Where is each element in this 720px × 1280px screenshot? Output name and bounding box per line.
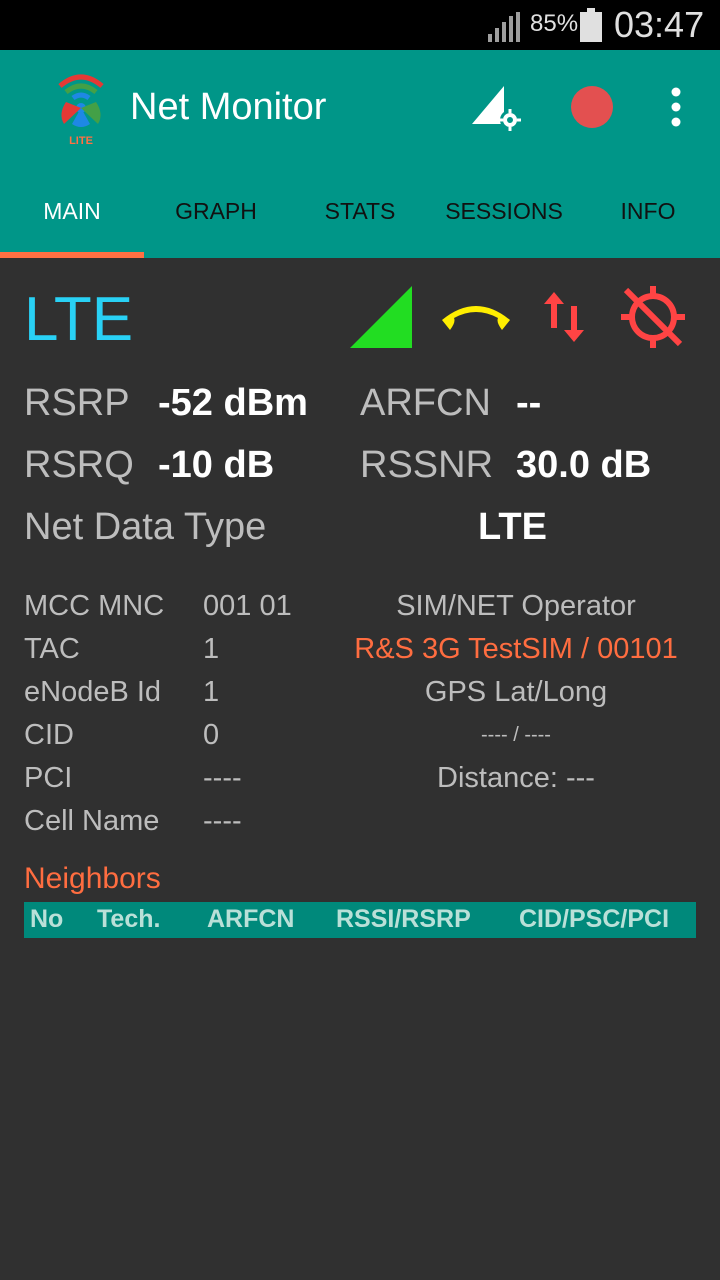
tab-graph[interactable]: GRAPH xyxy=(144,180,288,258)
neighbors-table-header: No Tech. ARFCN RSSI/RSRP CID/PSC/PCI xyxy=(24,902,696,938)
operator-value: R&S 3G TestSIM / 00101 xyxy=(354,633,678,665)
clock: 03:47 xyxy=(614,4,705,45)
app-bar: LITE Net Monitor MAIN GRAPH STATS SESSIO… xyxy=(0,50,720,258)
cell-name-label: Cell Name xyxy=(24,805,160,837)
cid-value: 0 xyxy=(203,719,220,751)
rsrq-value: -10 dB xyxy=(158,444,275,486)
battery-percent: 85% xyxy=(530,10,579,37)
mcc-mnc-label: MCC MNC xyxy=(24,590,165,622)
gps-label: GPS Lat/Long xyxy=(424,676,608,708)
tab-sessions[interactable]: SESSIONS xyxy=(432,180,576,258)
distance-value: Distance: --- xyxy=(437,762,595,794)
enodeb-label: eNodeB Id xyxy=(24,676,162,708)
column-cid-psc-pci: CID/PSC/PCI xyxy=(519,905,670,933)
rsrp-value: -52 dBm xyxy=(158,382,308,424)
logo-badge: LITE xyxy=(69,135,93,147)
app-title: Net Monitor xyxy=(130,86,327,128)
battery-icon xyxy=(580,8,602,42)
network-tech: LTE xyxy=(24,285,134,354)
operator-label: SIM/NET Operator xyxy=(396,590,636,622)
network-settings-icon[interactable] xyxy=(470,82,522,132)
tab-main[interactable]: MAIN xyxy=(0,180,144,258)
net-data-type-value: LTE xyxy=(478,506,547,548)
pci-value: ---- xyxy=(203,762,242,794)
net-data-type-label: Net Data Type xyxy=(24,506,267,548)
cid-label: CID xyxy=(24,719,74,751)
column-arfcn: ARFCN xyxy=(207,905,295,933)
column-no: No xyxy=(30,905,64,933)
tab-indicator xyxy=(0,252,144,258)
rssnr-label: RSSNR xyxy=(360,444,494,486)
signal-strength-icon xyxy=(488,12,520,42)
tab-stats[interactable]: STATS xyxy=(288,180,432,258)
arfcn-label: ARFCN xyxy=(360,382,491,424)
tac-label: TAC xyxy=(24,633,80,665)
column-tech: Tech. xyxy=(97,905,161,933)
tab-bar: MAIN GRAPH STATS SESSIONS INFO xyxy=(0,180,720,258)
pci-label: PCI xyxy=(24,762,73,794)
arfcn-value: -- xyxy=(516,382,542,424)
rsrp-label: RSRP xyxy=(24,382,130,424)
gps-value: ---- / ---- xyxy=(481,724,551,746)
status-bar: 85% 03:47 xyxy=(0,0,720,50)
data-activity-icon xyxy=(544,292,584,342)
app-logo-icon: LITE xyxy=(58,74,104,147)
more-vert-icon[interactable] xyxy=(664,86,688,128)
mcc-mnc-value: 001 01 xyxy=(203,590,292,622)
cell-name-value: ---- xyxy=(203,805,242,837)
record-button[interactable] xyxy=(571,86,613,128)
enodeb-value: 1 xyxy=(203,676,220,708)
gps-off-icon xyxy=(621,286,685,348)
call-state-icon xyxy=(442,306,510,330)
rsrq-label: RSRQ xyxy=(24,444,134,486)
tac-value: 1 xyxy=(203,633,220,665)
column-rssi-rsrp: RSSI/RSRP xyxy=(336,905,471,933)
neighbors-title: Neighbors xyxy=(24,862,161,895)
tab-info[interactable]: INFO xyxy=(576,180,720,258)
signal-level-icon xyxy=(350,286,412,348)
rssnr-value: 30.0 dB xyxy=(516,444,652,486)
